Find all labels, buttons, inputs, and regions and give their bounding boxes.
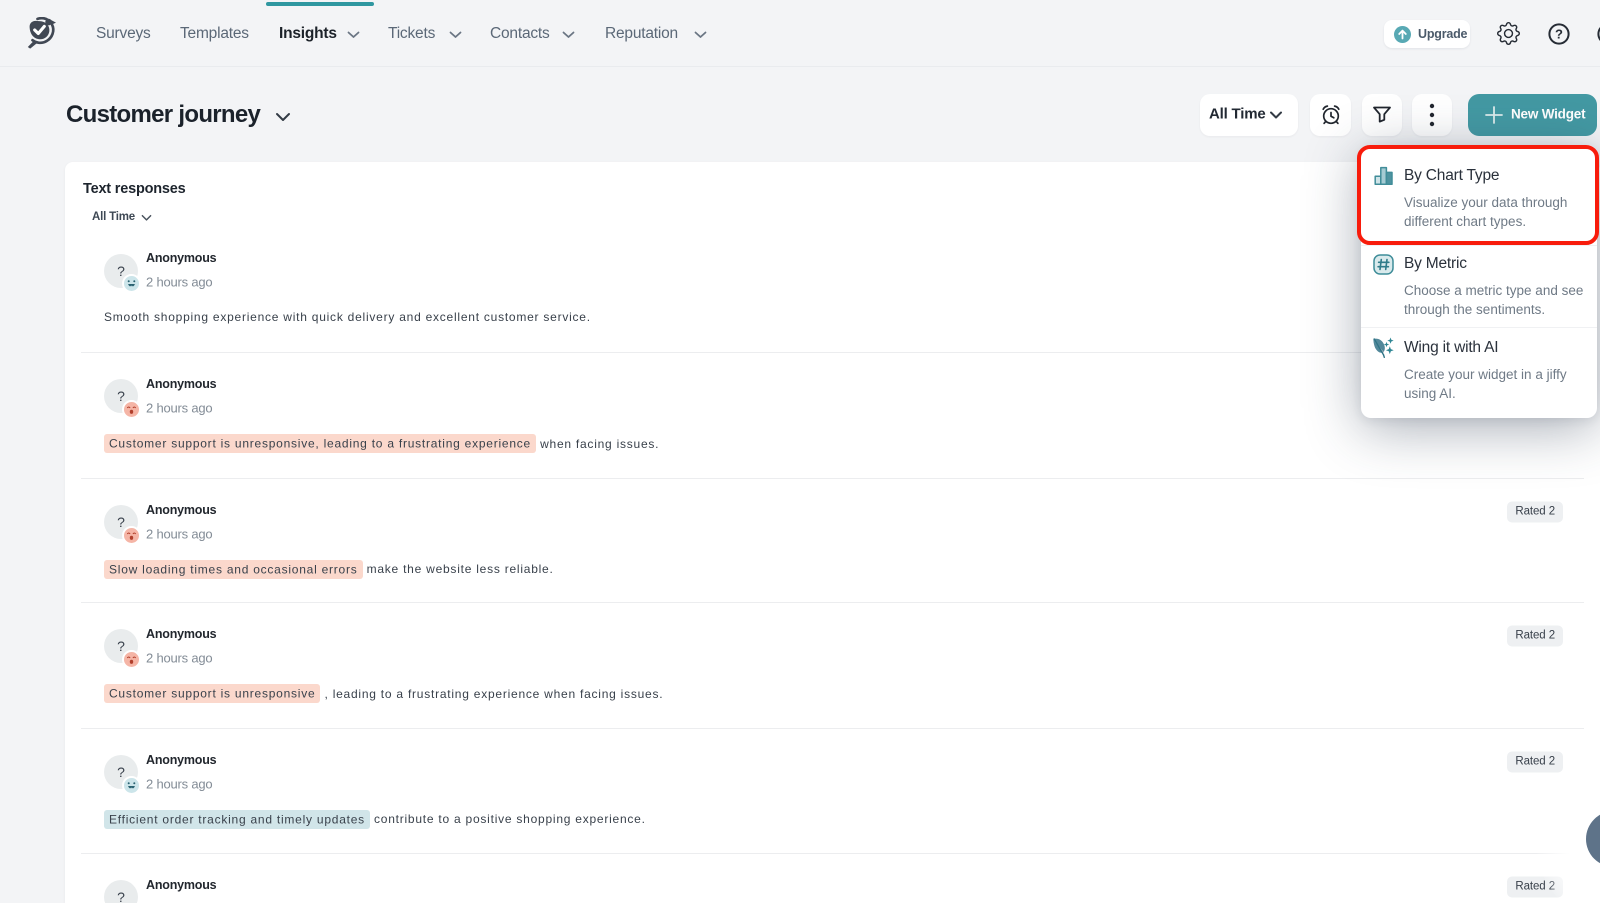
svg-text:?: ? <box>1555 27 1563 42</box>
